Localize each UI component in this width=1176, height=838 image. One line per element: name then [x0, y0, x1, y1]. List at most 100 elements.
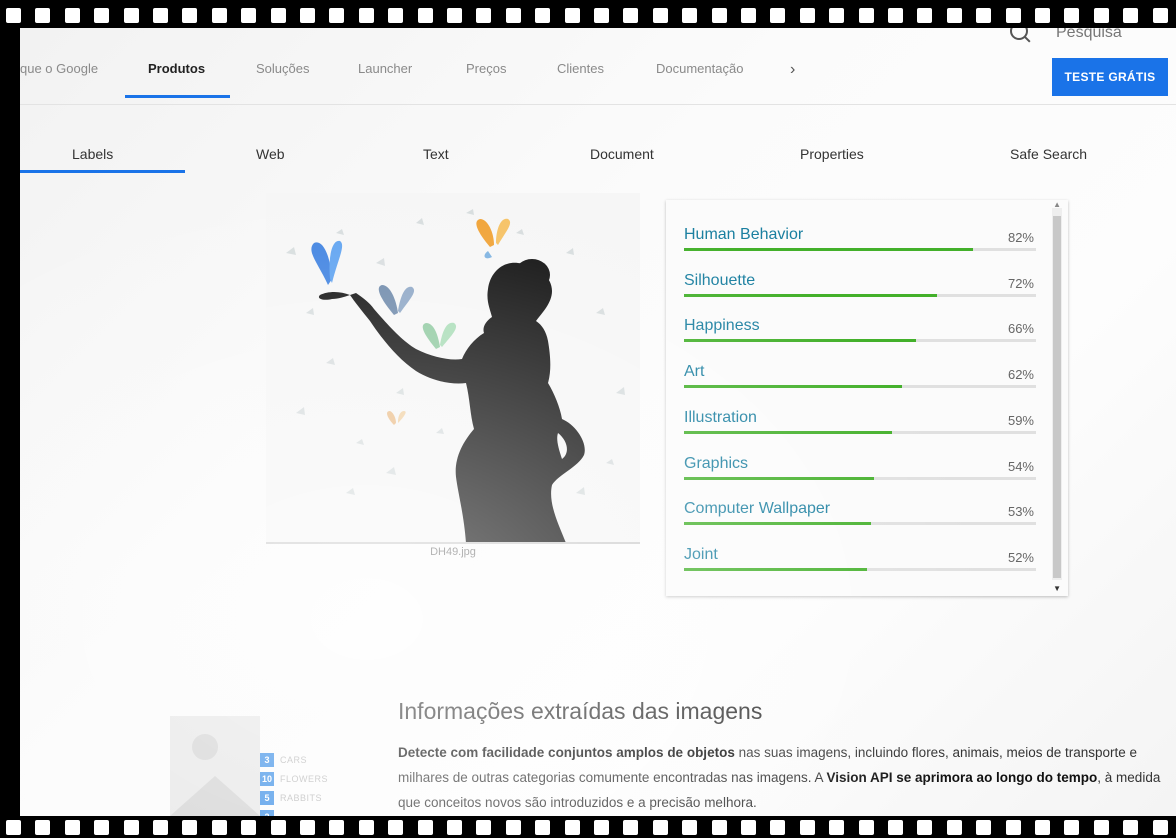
tab-properties[interactable]: Properties — [800, 146, 864, 162]
film-sprocket-hole — [476, 8, 492, 23]
film-sprocket-hole — [623, 8, 639, 23]
scrollbar-thumb[interactable] — [1053, 216, 1061, 578]
nav-item-launcher[interactable]: Launcher — [358, 61, 412, 76]
film-sprocket-hole — [329, 820, 345, 835]
label-name: Happiness — [684, 317, 760, 335]
confidence-bar-track — [684, 522, 1036, 526]
film-sprocket-hole — [447, 820, 462, 835]
film-sprocket-hole — [6, 820, 21, 835]
results-scrollbar[interactable] — [1052, 208, 1062, 580]
label-row: Art 62% — [684, 363, 1036, 409]
label-row: Graphics 54% — [684, 455, 1036, 501]
tab-safe-search[interactable]: Safe Search — [1010, 146, 1087, 162]
nav-item-produtos[interactable]: Produtos — [148, 61, 205, 76]
film-sprocket-hole — [35, 820, 51, 835]
label-name: Human Behavior — [684, 226, 804, 243]
film-sprocket-hole — [329, 8, 345, 23]
browser-screen: Pesquisa que o Google Produtos Soluções … — [20, 28, 1176, 816]
film-sprocket-hole — [682, 8, 698, 23]
detected-object-item: 2 — [260, 807, 328, 816]
scroll-down-icon[interactable]: ▼ — [1053, 584, 1061, 593]
film-sprocket-hole — [388, 8, 404, 23]
label-name: Illustration — [684, 408, 757, 426]
confidence-bar-track — [684, 567, 1036, 571]
label-percentage: 72% — [1007, 275, 1034, 291]
tab-web[interactable]: Web — [256, 146, 285, 162]
film-sprocket-hole — [564, 820, 580, 835]
film-sprocket-hole — [476, 820, 492, 835]
description-bold-1: Detecte com facilidade conjuntos amplos … — [398, 745, 735, 760]
film-sprocket-hole — [358, 8, 374, 23]
label-name: Silhouette — [684, 271, 756, 289]
film-sprocket-hole — [1035, 8, 1050, 23]
film-sprocket-hole — [1064, 820, 1080, 835]
film-sprocket-hole — [153, 820, 168, 835]
film-sprocket-hole — [123, 8, 139, 23]
label-name: Joint — [684, 545, 718, 563]
label-percentage: 54% — [1007, 458, 1034, 474]
confidence-bar-fill — [684, 248, 973, 251]
tab-text[interactable]: Text — [423, 146, 449, 162]
film-sprocket-hole — [300, 820, 315, 835]
confidence-bar-fill — [684, 522, 871, 526]
tab-active-indicator — [20, 170, 185, 173]
film-sprocket-hole — [741, 8, 756, 23]
film-sprocket-hole — [888, 8, 903, 23]
film-sprocket-hole — [741, 820, 756, 835]
film-sprocket-hole — [623, 820, 639, 835]
film-sprocket-hole — [535, 820, 551, 835]
free-trial-button[interactable]: TESTE GRÁTIS — [1052, 58, 1168, 96]
film-sprocket-hole — [1152, 820, 1168, 835]
chevron-right-icon[interactable]: › — [790, 61, 795, 79]
nav-item-documentacao[interactable]: Documentação — [656, 61, 743, 76]
confidence-bar-fill — [684, 339, 917, 343]
film-sprocket-hole — [594, 8, 609, 23]
film-sprocket-hole — [1093, 820, 1109, 835]
nav-item-solucoes[interactable]: Soluções — [256, 61, 309, 76]
confidence-bar-track — [684, 293, 1036, 297]
label-row: Silhouette 72% — [684, 271, 1036, 318]
nav-item-why-google[interactable]: que o Google — [20, 61, 98, 76]
film-sprocket-hole — [300, 8, 315, 23]
film-sprocket-hole — [652, 820, 668, 835]
confidence-bar-track — [684, 339, 1036, 343]
scroll-up-icon[interactable]: ▲ — [1053, 200, 1061, 209]
detected-object-item: 3 CARS — [260, 750, 328, 769]
film-sprocket-hole — [799, 8, 815, 23]
film-sprocket-hole — [770, 8, 786, 23]
film-sprocket-hole — [182, 8, 198, 23]
object-label: CARS — [280, 754, 308, 765]
object-count-badge: 3 — [260, 752, 274, 767]
object-count-badge: 10 — [260, 771, 274, 786]
film-sprocket-hole — [888, 820, 903, 835]
film-sprocket-hole — [829, 8, 845, 23]
film-sprocket-hole — [652, 8, 668, 23]
label-percentage: 52% — [1007, 549, 1034, 565]
confidence-bar-fill — [684, 430, 892, 434]
film-sprocket-hole — [6, 8, 21, 23]
film-sprocket-hole — [1123, 8, 1139, 23]
film-sprocket-hole — [358, 820, 374, 835]
tab-labels[interactable]: Labels — [72, 146, 113, 162]
film-sprocket-hole — [799, 820, 815, 835]
film-sprocket-hole — [505, 8, 521, 23]
film-sprocket-hole — [417, 820, 433, 835]
image-placeholder-icon — [170, 716, 260, 816]
description-bold-2: Vision API se aprimora ao longo do tempo — [826, 770, 1098, 785]
detected-object-item: 5 RABBITS — [260, 788, 328, 807]
search-icon[interactable] — [1010, 28, 1028, 40]
label-percentage: 59% — [1007, 412, 1034, 428]
analyzed-image — [266, 193, 640, 543]
film-sprocket-hole — [976, 8, 992, 23]
label-row: Computer Wallpaper 53% — [684, 500, 1036, 546]
nav-item-precos[interactable]: Preços — [466, 61, 506, 76]
nav-item-clientes[interactable]: Clientes — [557, 61, 604, 76]
detected-object-item: 10 FLOWERS — [260, 769, 328, 788]
film-sprocket-hole — [1064, 8, 1080, 23]
label-percentage: 53% — [1007, 504, 1034, 520]
film-sprocket-hole — [270, 8, 286, 23]
film-sprocket-hole — [35, 8, 51, 23]
search-input[interactable]: Pesquisa — [1056, 28, 1122, 42]
film-sprocket-hole — [505, 820, 521, 835]
tab-document[interactable]: Document — [590, 146, 654, 162]
